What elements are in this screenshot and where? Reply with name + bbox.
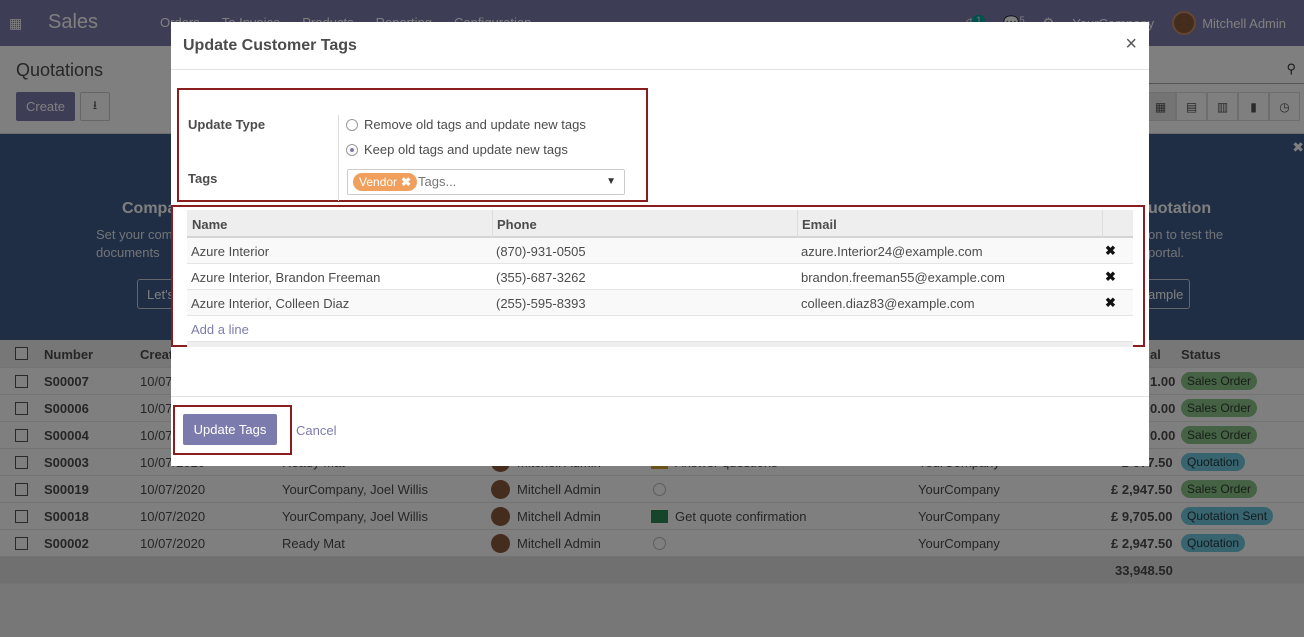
delete-row-icon[interactable]: ✖ [1105,243,1116,259]
delete-row-icon[interactable]: ✖ [1105,269,1116,285]
dialog-title: Update Customer Tags [183,37,357,54]
add-line-link[interactable]: Add a line [191,322,249,337]
customer-name: Azure Interior [191,244,270,259]
customer-email: azure.Interior24@example.com [801,244,983,259]
delete-row-icon[interactable]: ✖ [1105,295,1116,311]
header-phone[interactable]: Phone [497,217,537,232]
field-divider [338,115,339,201]
column-divider [492,210,493,238]
radio-keep-old-tags[interactable]: Keep old tags and update new tags [346,142,568,157]
column-divider [797,210,798,238]
radio-keep-label: Keep old tags and update new tags [364,142,568,157]
column-divider [1102,210,1103,238]
table-footer-bar [187,342,1133,347]
tags-field[interactable]: Vendor ✖ ▼ [347,169,625,195]
table-row[interactable]: Azure Interior (870)-931-0505 azure.Inte… [187,238,1133,264]
add-line-row: Add a line [187,316,1133,342]
customer-phone: (255)-595-8393 [496,296,586,311]
tags-input[interactable] [418,174,588,189]
radio-remove-old-tags[interactable]: Remove old tags and update new tags [346,117,586,132]
customer-email: colleen.diaz83@example.com [801,296,975,311]
customer-email: brandon.freeman55@example.com [801,270,1005,285]
radio-button-unchecked[interactable] [346,118,358,131]
customers-table-header: Name Phone Email [187,210,1133,238]
customers-table: Name Phone Email Azure Interior (870)-93… [187,210,1133,347]
close-icon[interactable]: × [1125,33,1137,56]
remove-tag-icon[interactable]: ✖ [401,175,411,189]
table-row[interactable]: Azure Interior, Brandon Freeman (355)-68… [187,264,1133,290]
update-customer-tags-dialog: Update Customer Tags × Update Type Remov… [171,22,1149,466]
header-name[interactable]: Name [192,217,227,232]
customer-phone: (355)-687-3262 [496,270,586,285]
dialog-header: Update Customer Tags × [171,22,1149,70]
customer-name: Azure Interior, Colleen Diaz [191,296,350,311]
tag-chip-vendor: Vendor ✖ [353,173,418,191]
header-email[interactable]: Email [802,217,837,232]
update-type-label: Update Type [188,117,266,132]
chevron-down-icon[interactable]: ▼ [606,176,616,187]
cancel-button[interactable]: Cancel [296,423,336,438]
tag-options-section: Update Type Remove old tags and update n… [177,88,648,202]
tags-label: Tags [188,171,218,186]
tag-label: Vendor [359,175,398,189]
customers-table-section: Name Phone Email Azure Interior (870)-93… [171,205,1145,347]
customer-phone: (870)-931-0505 [496,244,586,259]
radio-remove-label: Remove old tags and update new tags [364,117,586,132]
radio-button-checked[interactable] [346,143,358,156]
update-tags-button[interactable]: Update Tags [183,414,277,445]
table-row[interactable]: Azure Interior, Colleen Diaz (255)-595-8… [187,290,1133,316]
customer-name: Azure Interior, Brandon Freeman [191,270,381,285]
dialog-footer: Update Tags Cancel [171,396,1149,466]
